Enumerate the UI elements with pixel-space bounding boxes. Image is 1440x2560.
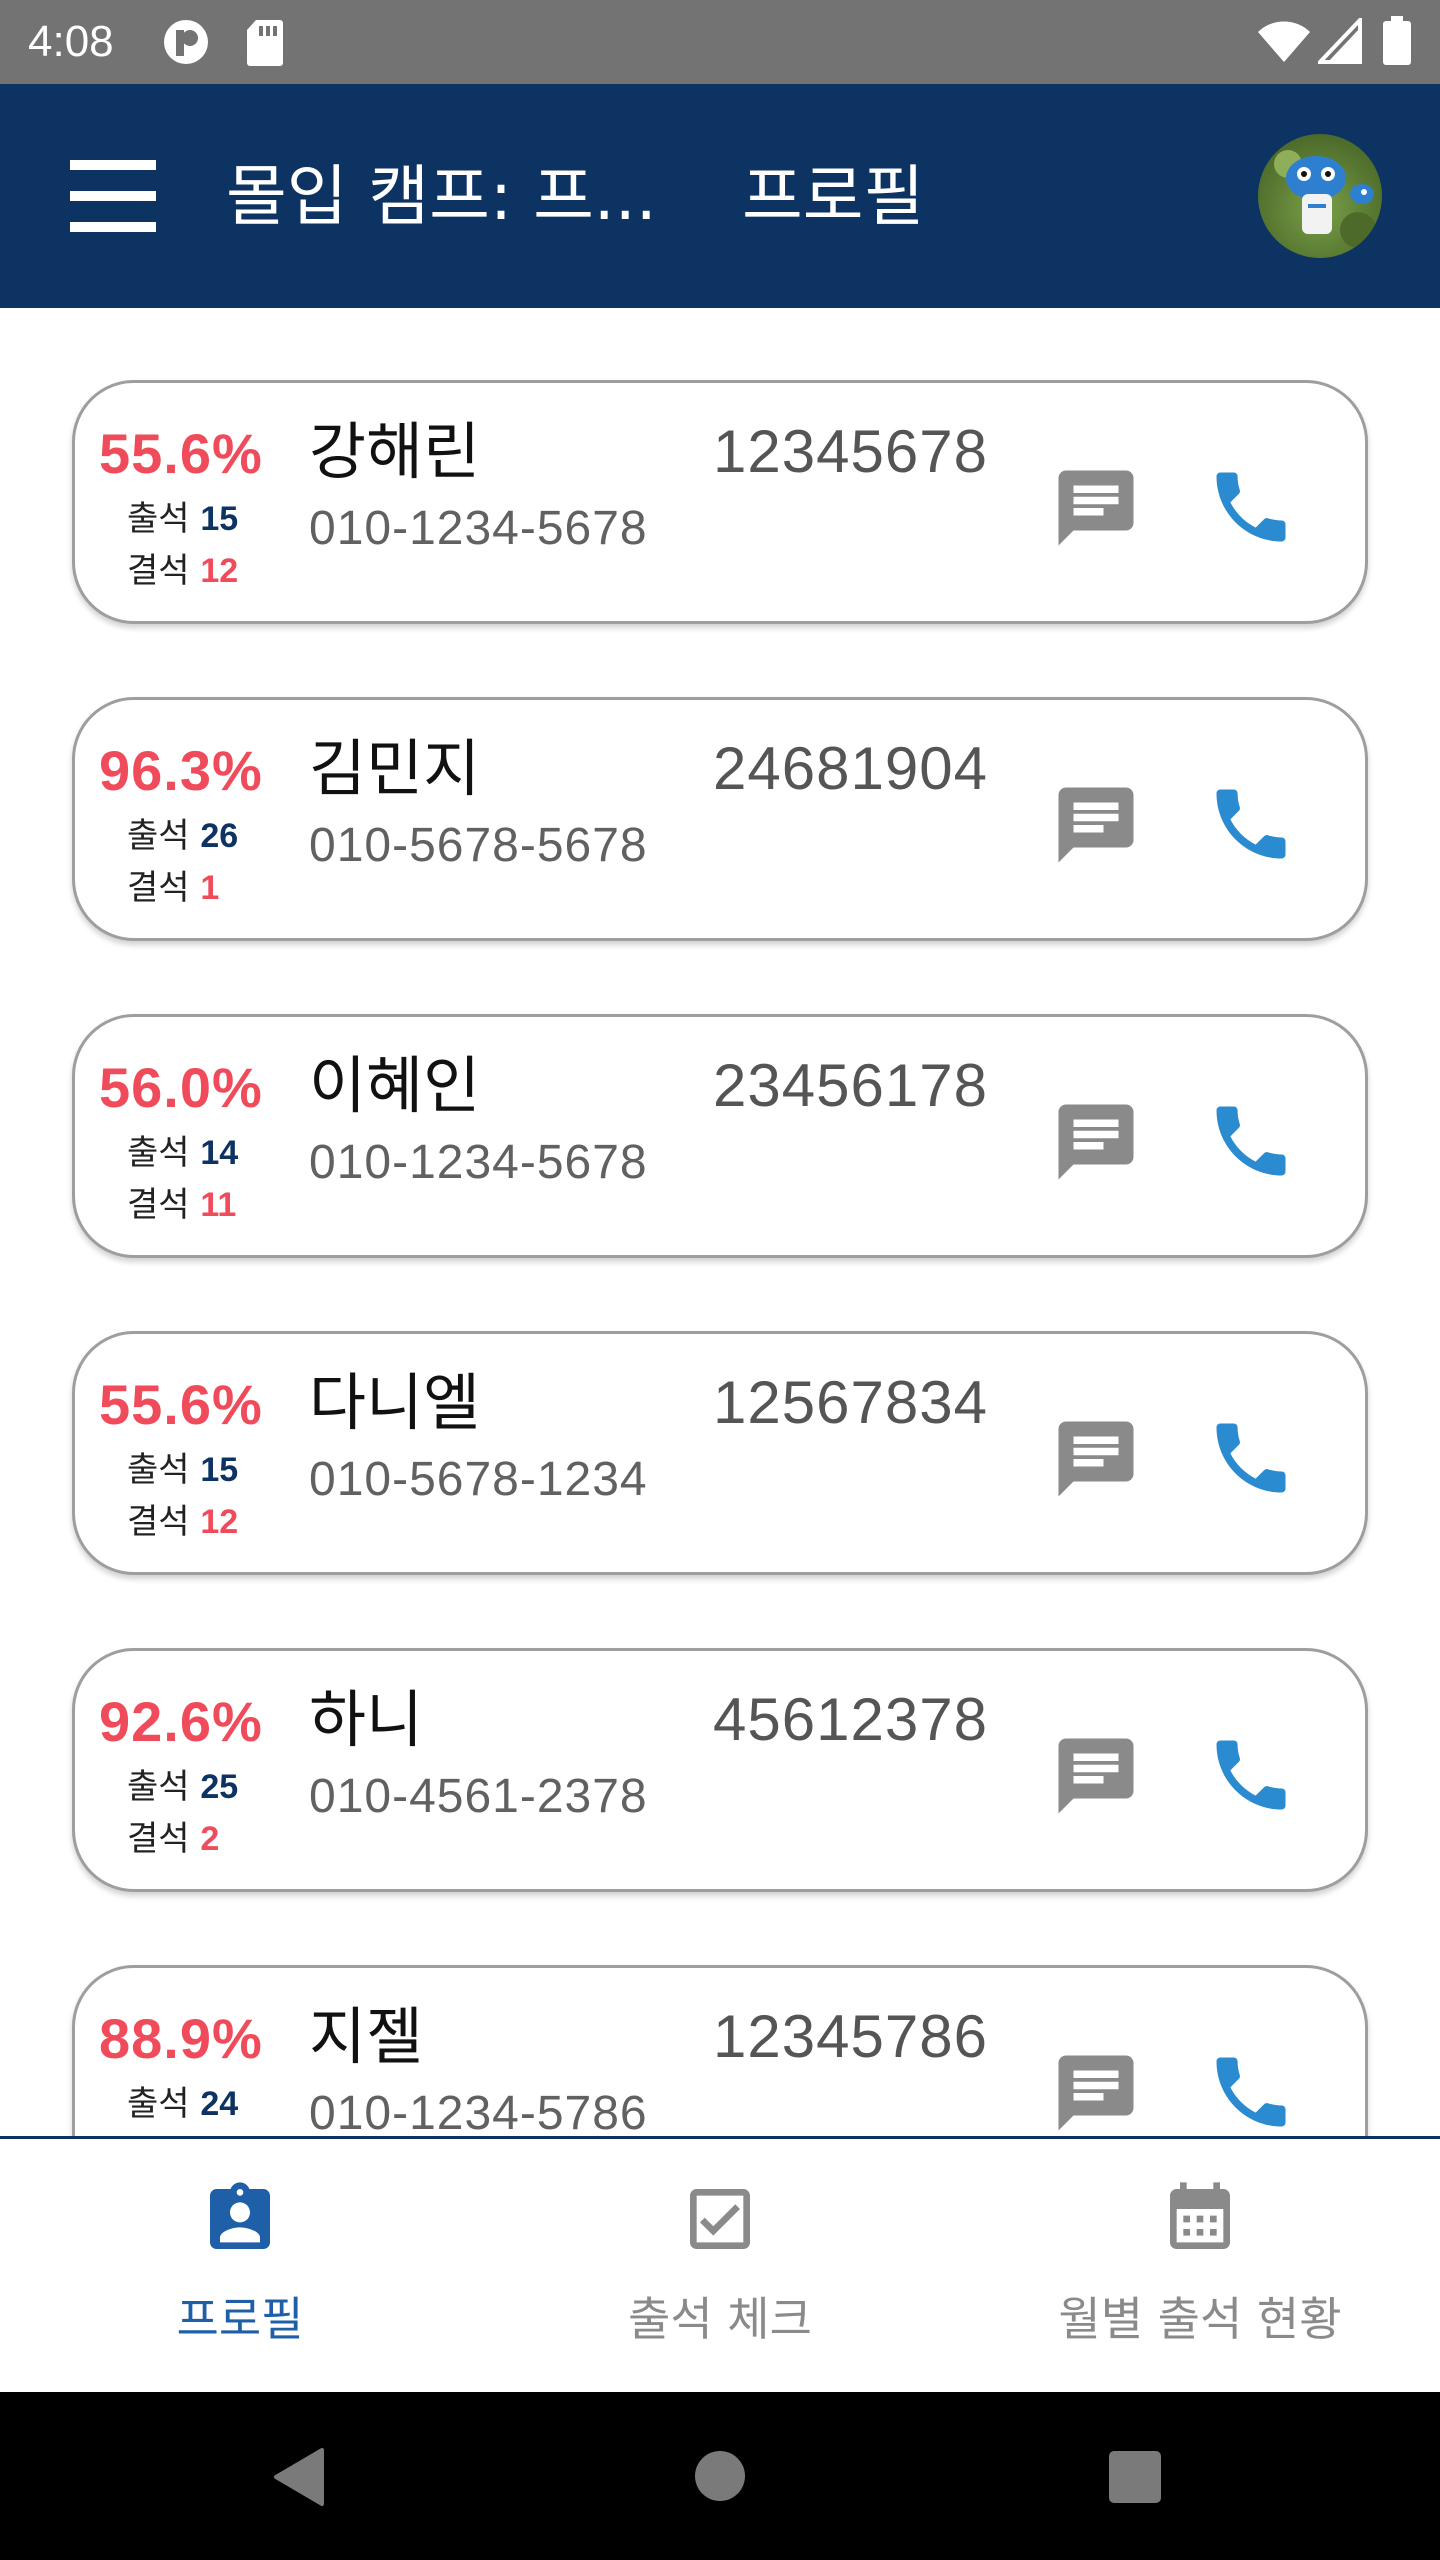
status-time: 4:08 bbox=[28, 17, 114, 66]
back-icon[interactable] bbox=[270, 2446, 330, 2508]
present-count: 출석 14 bbox=[127, 1133, 239, 1173]
present-count: 출석 15 bbox=[127, 499, 239, 539]
student-id: 12567834 bbox=[713, 1369, 988, 1436]
absent-count: 결석 12 bbox=[127, 1502, 239, 1542]
avatar[interactable] bbox=[1256, 132, 1384, 260]
student-card[interactable]: 55.6% 출석 15 결석 12 강해린 010-1234-5678 1234… bbox=[72, 380, 1368, 624]
battery-icon bbox=[1383, 16, 1411, 65]
message-icon[interactable] bbox=[1051, 1097, 1141, 1187]
phone-call-icon[interactable] bbox=[1205, 778, 1297, 870]
home-icon[interactable] bbox=[694, 2450, 746, 2502]
student-name: 하니 bbox=[309, 1683, 424, 1756]
absent-count: 결석 1 bbox=[127, 868, 220, 908]
message-icon[interactable] bbox=[1051, 2048, 1141, 2136]
student-card[interactable]: 55.6% 출석 15 결석 12 다니엘 010-5678-1234 1256… bbox=[72, 1331, 1368, 1575]
present-count: 출석 26 bbox=[127, 816, 239, 856]
student-id: 45612378 bbox=[713, 1686, 988, 1753]
message-icon[interactable] bbox=[1051, 1414, 1141, 1504]
student-name: 지젤 bbox=[309, 2000, 424, 2073]
student-card[interactable]: 92.6% 출석 25 결석 2 하니 010-4561-2378 456123… bbox=[72, 1648, 1368, 1892]
student-name: 이혜인 bbox=[309, 1049, 481, 1122]
present-count: 출석 24 bbox=[127, 2084, 239, 2124]
nav-label: 출석 체크 bbox=[628, 2292, 812, 2346]
message-icon[interactable] bbox=[1051, 780, 1141, 870]
student-id: 12345786 bbox=[713, 2003, 988, 2070]
system-navigation-bar bbox=[0, 2392, 1440, 2560]
phone-call-icon[interactable] bbox=[1205, 1095, 1297, 1187]
student-name: 다니엘 bbox=[309, 1366, 481, 1439]
student-id: 24681904 bbox=[713, 735, 988, 802]
attendance-rate: 55.6% bbox=[99, 422, 263, 485]
profile-badge-icon bbox=[210, 2182, 270, 2249]
absent-count: 결석 2 bbox=[127, 1819, 220, 1859]
phone-number: 010-1234-5786 bbox=[309, 2087, 648, 2136]
student-list[interactable]: 55.6% 출석 15 결석 12 강해린 010-1234-5678 1234… bbox=[0, 308, 1440, 2136]
student-card[interactable]: 88.9% 출석 24 지젤 010-1234-5786 12345786 bbox=[72, 1965, 1368, 2136]
attendance-rate: 88.9% bbox=[99, 2007, 263, 2070]
absent-count: 결석 12 bbox=[127, 551, 239, 591]
present-count: 출석 25 bbox=[127, 1767, 239, 1807]
phone-number: 010-1234-5678 bbox=[309, 502, 648, 555]
message-icon[interactable] bbox=[1051, 463, 1141, 553]
student-card[interactable]: 56.0% 출석 14 결석 11 이혜인 010-1234-5678 2345… bbox=[72, 1014, 1368, 1258]
phone-call-icon[interactable] bbox=[1205, 2046, 1297, 2136]
attendance-rate: 55.6% bbox=[99, 1373, 263, 1436]
app-bar: 몰입 캠프: 프... 프로필 bbox=[0, 84, 1440, 308]
app-notification-icon bbox=[164, 20, 208, 64]
absent-count: 결석 11 bbox=[127, 1185, 237, 1225]
nav-label: 월별 출석 현황 bbox=[1058, 2292, 1342, 2346]
student-card[interactable]: 96.3% 출석 26 결석 1 김민지 010-5678-5678 24681… bbox=[72, 697, 1368, 941]
page-title: 프로필 bbox=[742, 158, 925, 235]
calendar-icon bbox=[1170, 2182, 1230, 2249]
mascot-image-icon bbox=[1274, 150, 1376, 248]
student-name: 강해린 bbox=[309, 415, 481, 488]
student-name: 김민지 bbox=[309, 732, 481, 805]
app-title: 몰입 캠프: 프... bbox=[226, 158, 657, 235]
status-bar: 4:08 bbox=[0, 0, 1440, 84]
phone-call-icon[interactable] bbox=[1205, 1729, 1297, 1821]
phone-call-icon[interactable] bbox=[1205, 1412, 1297, 1504]
phone-number: 010-5678-1234 bbox=[309, 1453, 648, 1506]
attendance-rate: 96.3% bbox=[99, 739, 263, 802]
phone-number: 010-4561-2378 bbox=[309, 1770, 648, 1823]
wifi-icon bbox=[1258, 21, 1310, 62]
phone-call-icon[interactable] bbox=[1205, 461, 1297, 553]
hamburger-menu-icon[interactable] bbox=[70, 160, 156, 232]
attendance-rate: 56.0% bbox=[99, 1056, 263, 1119]
nav-tab-attendance-check[interactable]: 출석 체크 bbox=[480, 2139, 960, 2395]
nav-tab-monthly-attendance[interactable]: 월별 출석 현황 bbox=[960, 2139, 1440, 2395]
message-icon[interactable] bbox=[1051, 1731, 1141, 1821]
attendance-rate: 92.6% bbox=[99, 1690, 263, 1753]
present-count: 출석 15 bbox=[127, 1450, 239, 1490]
phone-number: 010-5678-5678 bbox=[309, 819, 648, 872]
checkbox-icon bbox=[690, 2189, 750, 2249]
nav-tab-profile[interactable]: 프로필 bbox=[0, 2139, 480, 2395]
student-id: 23456178 bbox=[713, 1052, 988, 1119]
bottom-navigation: 프로필 출석 체크 월별 출석 현황 bbox=[0, 2136, 1440, 2392]
student-id: 12345678 bbox=[713, 418, 988, 485]
signal-icon bbox=[1318, 18, 1362, 64]
phone-number: 010-1234-5678 bbox=[309, 1136, 648, 1189]
nav-label: 프로필 bbox=[176, 2292, 304, 2346]
recents-icon[interactable] bbox=[1108, 2450, 1162, 2504]
sd-card-icon bbox=[247, 20, 283, 66]
